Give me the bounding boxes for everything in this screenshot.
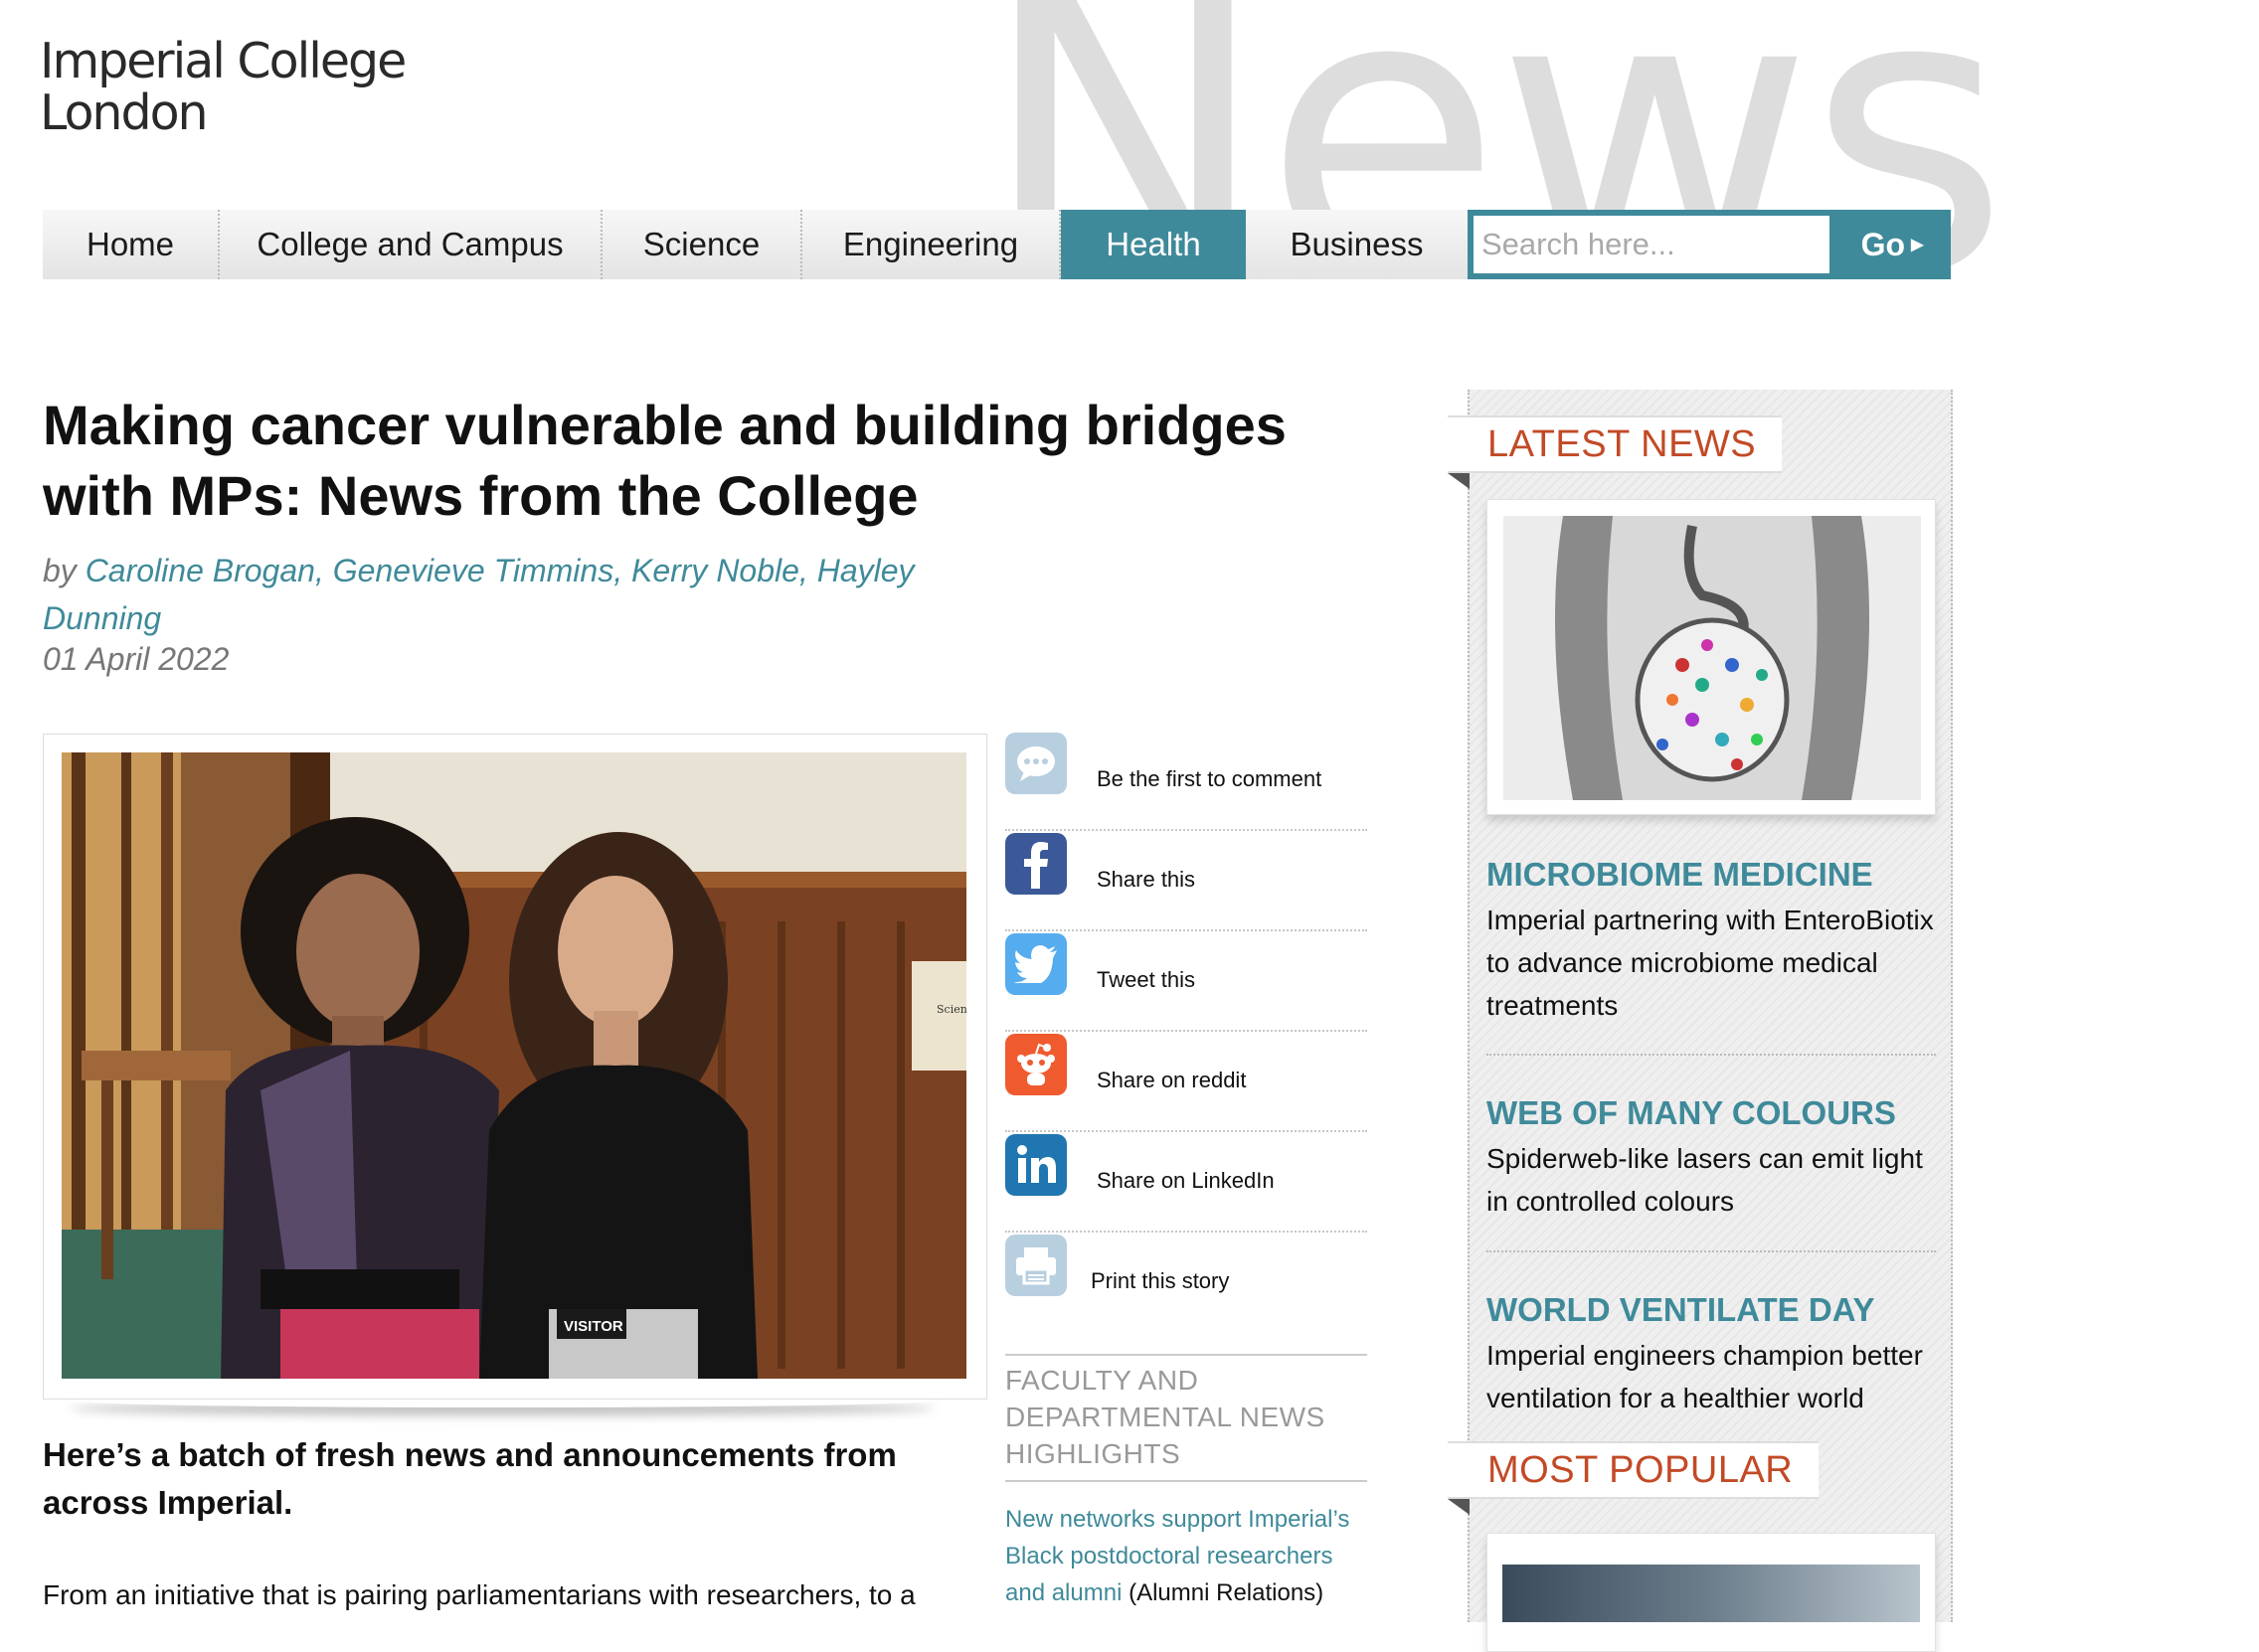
share-label: Tweet this <box>1097 967 1196 992</box>
article-photo-frame: Science and Technology VISITOR <box>43 734 987 1400</box>
article-title: Making cancer vulnerable and building br… <box>43 394 1287 527</box>
article-byline: by Caroline Brogan, Genevieve Timmins, K… <box>43 547 997 642</box>
share-row-linkedin[interactable]: Share on LinkedIn <box>1005 1134 1367 1233</box>
microbiome-illustration <box>1555 516 1869 800</box>
latest-news-item[interactable]: WEB OF MANY COLOURS Spiderweb-like laser… <box>1486 1093 1936 1223</box>
logo-line-2: London <box>40 84 209 141</box>
article-lede: Here’s a batch of fresh news and announc… <box>43 1436 897 1521</box>
reddit-icon <box>1005 1034 1067 1095</box>
faculty-news-heading: FACULTY AND DEPARTMENTAL NEWS HIGHLIGHTS <box>1005 1354 1367 1482</box>
print-icon <box>1005 1235 1067 1296</box>
share-row-facebook[interactable]: Share this <box>1005 833 1367 931</box>
nav-item-health[interactable]: Health <box>1061 210 1246 279</box>
byline-authors[interactable]: Caroline Brogan, Genevieve Timmins, Kerr… <box>43 553 915 636</box>
heading-fold <box>1448 473 1470 489</box>
latest-news-image-frame[interactable] <box>1486 499 1936 815</box>
byline-prefix: by <box>43 553 86 588</box>
divider <box>1486 1250 1936 1252</box>
share-label: Share on reddit <box>1097 1068 1247 1092</box>
share-label: Share on LinkedIn <box>1097 1168 1275 1193</box>
photo-sign-text: Science and Technology <box>937 1003 966 1016</box>
sidebar: LATEST NEWS MICROBIOME MEDICINE Imperial… <box>1448 390 1953 1652</box>
article-photo[interactable]: Science and Technology VISITOR <box>62 752 966 1379</box>
microbiome-image <box>1503 516 1921 800</box>
nav-item-college-and-campus[interactable]: College and Campus <box>220 210 603 279</box>
imperial-logo[interactable]: Imperial College London <box>40 33 407 141</box>
faculty-news-item: New networks support Imperial’s Black po… <box>1005 1501 1373 1611</box>
article-body: From an initiative that is pairing parli… <box>43 1579 916 1610</box>
share-panel: Be the first to comment Share this Tweet… <box>1005 733 1367 1333</box>
latest-news-item-heading: WEB OF MANY COLOURS <box>1486 1094 1896 1131</box>
most-popular-heading: MOST POPULAR <box>1448 1441 1820 1499</box>
share-row-reddit[interactable]: Share on reddit <box>1005 1034 1367 1132</box>
go-button[interactable]: Go ▶ <box>1833 210 1951 279</box>
latest-news-item-heading: WORLD VENTILATE DAY <box>1486 1291 1875 1328</box>
latest-news-item-desc: Imperial engineers champion better venti… <box>1486 1340 1923 1413</box>
nav-item-engineering[interactable]: Engineering <box>802 210 1061 279</box>
go-label: Go <box>1860 226 1906 262</box>
nav-item-business[interactable]: Business <box>1246 210 1468 279</box>
visitor-badge-text: VISITOR <box>564 1318 623 1335</box>
latest-news-heading: LATEST NEWS <box>1448 415 1783 473</box>
article-date: 01 April 2022 <box>43 641 230 677</box>
share-label: Print this story <box>1091 1268 1230 1293</box>
share-label: Be the first to comment <box>1097 766 1322 791</box>
share-row-comment[interactable]: Be the first to comment <box>1005 733 1367 831</box>
triangle-right-icon: ▶ <box>1911 237 1924 253</box>
share-row-twitter[interactable]: Tweet this <box>1005 933 1367 1032</box>
logo-line-1: Imperial College <box>40 33 407 89</box>
latest-news-item[interactable]: WORLD VENTILATE DAY Imperial engineers c… <box>1486 1290 1936 1419</box>
search-form: Go ▶ <box>1468 210 1951 279</box>
share-row-print[interactable]: Print this story <box>1005 1235 1367 1331</box>
nav-item-science[interactable]: Science <box>603 210 802 279</box>
facebook-icon <box>1005 833 1067 895</box>
twitter-icon <box>1005 933 1067 995</box>
divider <box>1486 1054 1936 1056</box>
nav-item-home[interactable]: Home <box>43 210 220 279</box>
latest-news-item-desc: Imperial partnering with EnteroBiotix to… <box>1486 905 1934 1021</box>
linkedin-icon <box>1005 1134 1067 1196</box>
share-label: Share this <box>1097 867 1196 892</box>
faculty-news-source: (Alumni Relations) <box>1122 1579 1324 1606</box>
latest-news-item-heading: MICROBIOME MEDICINE <box>1486 856 1873 893</box>
heading-fold <box>1448 1499 1470 1515</box>
photo-illustration: Science and Technology VISITOR <box>62 752 966 1379</box>
most-popular-image <box>1502 1565 1920 1622</box>
search-input[interactable] <box>1474 216 1829 273</box>
comment-icon <box>1005 733 1067 794</box>
latest-news-item-desc: Spiderweb-like lasers can emit light in … <box>1486 1143 1923 1217</box>
latest-news-item[interactable]: MICROBIOME MEDICINE Imperial partnering … <box>1486 855 1936 1027</box>
